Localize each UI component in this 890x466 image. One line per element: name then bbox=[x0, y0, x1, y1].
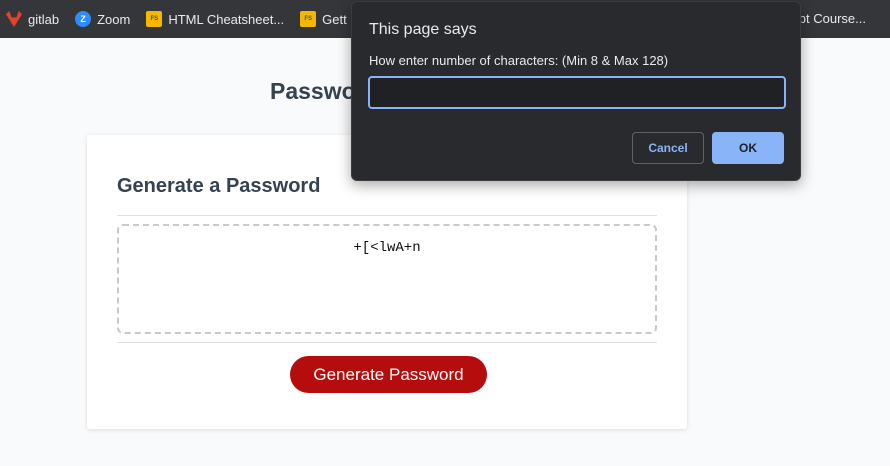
password-output[interactable]: +[<lwA+n bbox=[117, 224, 657, 334]
prompt-dialog: This page says How enter number of chara… bbox=[351, 1, 801, 181]
bookmark-html-cheatsheet[interactable]: FS HTML Cheatsheet... bbox=[146, 11, 284, 27]
dialog-message: How enter number of characters: (Min 8 &… bbox=[369, 53, 669, 68]
ok-button[interactable]: OK bbox=[712, 132, 784, 164]
bookmark-zoom[interactable]: Z Zoom bbox=[75, 11, 130, 27]
gitlab-icon bbox=[6, 11, 22, 27]
divider bbox=[117, 342, 657, 343]
cancel-button[interactable]: Cancel bbox=[632, 132, 704, 164]
fs-icon: FS bbox=[300, 11, 317, 27]
bookmark-gitlab[interactable]: gitlab bbox=[6, 11, 59, 27]
page-title: Passwo bbox=[270, 78, 356, 104]
divider bbox=[117, 215, 657, 216]
generate-password-button[interactable]: Generate Password bbox=[290, 356, 487, 393]
bookmark-getting[interactable]: FS Gett bbox=[300, 11, 347, 27]
dialog-input[interactable] bbox=[368, 76, 786, 109]
dialog-title: This page says bbox=[369, 21, 477, 38]
card-title: Generate a Password bbox=[117, 175, 321, 197]
zoom-icon: Z bbox=[75, 11, 92, 27]
fs-icon: FS bbox=[146, 11, 163, 27]
